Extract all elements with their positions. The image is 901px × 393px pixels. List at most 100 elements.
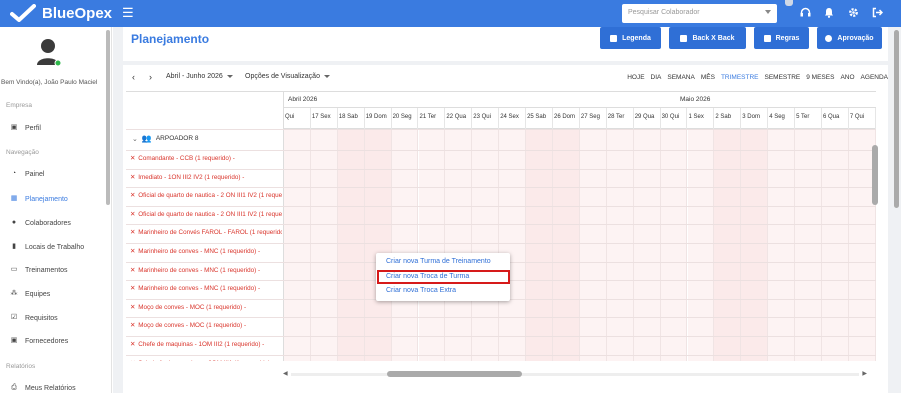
bell-icon[interactable] <box>824 7 834 21</box>
requirement-row[interactable]: ✕ Marinheiro de conves - MNC (1 requerido… <box>130 267 282 274</box>
view-switcher: HOJE DIA SEMANA MÊS TRIMESTRE SEMESTRE 9… <box>627 74 888 81</box>
support-headset-icon[interactable] <box>800 7 811 21</box>
sidebar-item-colaboradores[interactable]: ● Colaboradores <box>10 219 71 227</box>
day-column[interactable] <box>768 129 796 361</box>
day-column[interactable] <box>606 129 634 361</box>
day-column[interactable] <box>472 129 500 361</box>
scroll-thumb[interactable] <box>387 371 522 377</box>
scroll-track <box>291 373 859 376</box>
scroll-thumb[interactable] <box>872 145 878 205</box>
view-9-meses[interactable]: 9 MESES <box>806 74 834 81</box>
sidebar-item-perfil[interactable]: ▣ Perfil <box>10 124 41 132</box>
requirement-label: Oficial de quarto de nautica - 2 ON III1… <box>138 210 282 218</box>
logout-icon[interactable] <box>872 7 884 21</box>
requirement-row[interactable]: ✕ Chefe de maquinas - 1OM III2 (1 requeri… <box>130 341 282 348</box>
menu-toggle-icon[interactable]: ☰ <box>122 5 134 21</box>
page-vertical-scrollbar[interactable] <box>894 30 900 370</box>
view-semestre[interactable]: SEMESTRE <box>765 74 801 81</box>
day-column[interactable] <box>499 129 527 361</box>
requirement-row[interactable]: ✕ Oficial de quarto de nautica - 2 ON III… <box>130 192 282 199</box>
view-ano[interactable]: ANO <box>840 74 854 81</box>
search-collaborator-select[interactable]: Pesquisar Colaborador <box>622 4 777 23</box>
requirement-row[interactable]: ✕ Marinheiro de conves - MNC (1 requerido… <box>130 248 282 255</box>
menu-item-troca-turma[interactable]: Criar nova Troca de Turma <box>386 273 469 280</box>
view-mes[interactable]: MÊS <box>701 74 715 81</box>
view-semana[interactable]: SEMANA <box>667 74 694 81</box>
brand-logo[interactable]: BlueOpex <box>10 4 112 22</box>
day-column[interactable] <box>579 129 607 361</box>
requirement-row[interactable]: ✕ Comandante - CCB (1 requerido) - <box>130 155 282 162</box>
sidebar-item-equipes[interactable]: ⁂ Equipes <box>10 290 51 298</box>
sidebar-item-planejamento[interactable]: ▦ Planejamento <box>10 195 68 203</box>
users-icon: ● <box>11 219 17 226</box>
group-row[interactable]: ⌄ 👥 ARPOADOR 8 <box>132 134 198 143</box>
day-column[interactable] <box>337 129 365 361</box>
page-header: Planejamento Legenda Back X Back Regras … <box>123 27 888 61</box>
day-header: 20 Seg <box>392 108 419 130</box>
menu-item-nova-turma[interactable]: Criar nova Turma de Treinamento <box>386 258 491 265</box>
next-arrow-icon[interactable]: › <box>149 72 152 82</box>
aprovacao-button[interactable]: Aprovação <box>817 27 882 49</box>
legenda-button[interactable]: Legenda <box>600 27 661 49</box>
prev-arrow-icon[interactable]: ‹ <box>132 72 135 82</box>
view-dia[interactable]: DIA <box>651 74 662 81</box>
users-icon <box>680 34 688 42</box>
day-column[interactable] <box>391 129 419 361</box>
row-divider <box>126 224 876 226</box>
day-column[interactable] <box>364 129 392 361</box>
day-column[interactable] <box>741 129 769 361</box>
day-column[interactable] <box>714 129 742 361</box>
regras-button[interactable]: Regras <box>754 27 809 49</box>
sidebar-item-requisitos[interactable]: ☑ Requisitos <box>10 314 58 322</box>
scroll-left-icon[interactable]: ◀ <box>283 370 288 377</box>
day-column[interactable] <box>445 129 473 361</box>
grid-body[interactable] <box>284 129 876 361</box>
requirement-row[interactable]: ✕ Moço de conves - MOC (1 requerido) - <box>130 304 282 311</box>
requirement-row[interactable]: ✕ Moço de conves - MOC (1 requerido) - <box>130 322 282 329</box>
day-column[interactable] <box>660 129 688 361</box>
welcome-text: Bem Vindo(a), João Paulo Maciel <box>1 79 98 86</box>
sidebar-scrollbar[interactable] <box>106 30 110 205</box>
gear-icon[interactable] <box>848 7 859 21</box>
scroll-thumb[interactable] <box>894 30 899 208</box>
day-column[interactable] <box>795 129 822 361</box>
page-title: Planejamento <box>131 32 210 46</box>
day-column[interactable] <box>284 129 311 361</box>
view-options-select[interactable]: Opções de Visualização <box>245 73 330 80</box>
day-header: 19 Dom <box>365 108 392 130</box>
grid-vertical-scrollbar[interactable] <box>872 145 878 365</box>
requirement-row[interactable]: ✕ Imediato - 1ON III2 IV2 (1 requerido) - <box>130 174 282 181</box>
menu-item-troca-extra[interactable]: Criar nova Troca Extra <box>386 287 456 294</box>
sidebar-item-locais[interactable]: ▮ Locais de Trabalho <box>10 243 84 251</box>
requirement-row[interactable]: ✕ Marinheiro de Convés FAROL - FAROL (1 r… <box>130 229 282 236</box>
requirement-row[interactable]: ✕Subchefe de maquinas - 2OM III1 (1 requ… <box>130 360 282 361</box>
sidebar-item-painel[interactable]: ◔ Painel <box>10 170 45 178</box>
view-hoje[interactable]: HOJE <box>627 74 644 81</box>
close-icon: ✕ <box>130 229 136 237</box>
date-range-select[interactable]: Abril - Junho 2026 <box>166 73 233 80</box>
requirement-row[interactable]: ✕ Marinheiro de conves - MNC (1 requerido… <box>130 285 282 292</box>
day-column[interactable] <box>687 129 715 361</box>
day-column[interactable] <box>310 129 338 361</box>
view-options-label: Opções de Visualização <box>245 73 320 80</box>
day-header: 3 Dom <box>741 108 769 130</box>
day-column[interactable] <box>526 129 553 361</box>
sidebar-item-treinamentos[interactable]: ▭ Treinamentos <box>10 266 68 274</box>
day-column[interactable] <box>633 129 661 361</box>
scroll-right-icon[interactable]: ▶ <box>862 370 867 377</box>
horizontal-scrollbar[interactable]: ◀ ▶ <box>283 369 867 379</box>
sidebar-item-fornecedores[interactable]: ▣ Fornecedores <box>10 337 69 345</box>
view-agenda[interactable]: AGENDA <box>861 74 888 81</box>
day-column[interactable] <box>553 129 580 361</box>
close-icon: ✕ <box>130 341 136 348</box>
sidebar-item-meus-relatorios[interactable]: ⎙ Meus Relatórios <box>10 384 75 392</box>
back-x-back-button[interactable]: Back X Back <box>669 27 746 49</box>
day-header: 6 Qua <box>822 108 849 130</box>
requirement-row[interactable]: ✕ Oficial de quarto de nautica - 2 ON III… <box>130 211 282 218</box>
section-relatorios: Relatórios <box>6 363 36 370</box>
day-column[interactable] <box>822 129 849 361</box>
team-icon: ⁂ <box>10 290 18 297</box>
day-column[interactable] <box>418 129 446 361</box>
check-circle-icon <box>825 34 833 42</box>
view-trimestre[interactable]: TRIMESTRE <box>721 74 759 81</box>
